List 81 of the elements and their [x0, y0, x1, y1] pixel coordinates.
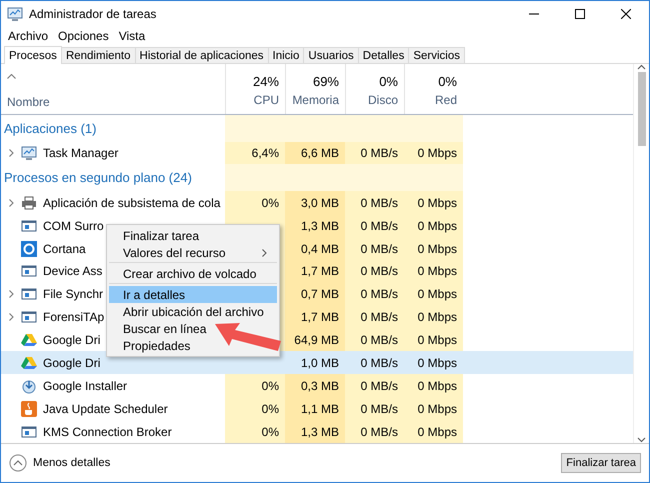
process-name[interactable]: Java Update Scheduler	[43, 402, 168, 416]
column-header[interactable]: Memoria	[292, 93, 339, 107]
usage-value: 0%	[438, 74, 457, 89]
table-cell: 0 Mbps	[404, 282, 463, 306]
table-cell: 0,4 MB	[285, 237, 345, 260]
menu-item[interactable]: Finalizar tarea	[109, 227, 210, 244]
table-cell: 0%	[225, 191, 285, 214]
table-cell: 0 Mbps	[404, 260, 463, 283]
table-cell: 0 Mbps	[404, 374, 463, 398]
table-cell: 1,7 MB	[285, 306, 345, 329]
table-cell: 0 Mbps	[404, 306, 463, 329]
table-cell: 1,7 MB	[285, 260, 345, 283]
menu-item[interactable]: Buscar en línea	[109, 320, 216, 337]
process-name[interactable]: Aplicación de subsistema de cola	[43, 196, 220, 210]
group-heading: Procesos en segundo plano (24)	[4, 170, 192, 186]
table-cell: 0 MB/s	[345, 260, 404, 283]
table-cell: 0,3 MB	[285, 374, 345, 398]
tab[interactable]: Inicio	[268, 47, 304, 63]
table-cell: 0 MB/s	[345, 237, 404, 260]
menu-item[interactable]: Crear archivo de volcado	[109, 265, 277, 284]
menu-item[interactable]: Vista	[118, 28, 146, 42]
menu-item[interactable]: Archivo	[8, 28, 48, 42]
table-cell: 0,7 MB	[285, 282, 345, 306]
table-cell: 0 Mbps	[404, 237, 463, 260]
tab[interactable]: Servicios	[408, 47, 465, 63]
column-header[interactable]: CPU	[254, 93, 279, 107]
table-cell: 0 Mbps	[404, 142, 463, 164]
table-cell: 64,9 MB	[285, 328, 345, 352]
table-cell: 0 MB/s	[345, 214, 404, 238]
menu-item[interactable]: Propiedades	[109, 337, 200, 354]
process-name[interactable]: ForensiTAp	[43, 310, 104, 324]
end-task-button[interactable]: Finalizar tarea	[561, 453, 641, 473]
table-cell: 0 MB/s	[345, 282, 404, 306]
tab[interactable]: Historial de aplicaciones	[134, 47, 269, 63]
table-cell: 0 MB/s	[345, 397, 404, 420]
process-name[interactable]: Device Ass	[43, 264, 102, 278]
window-title: Administrador de tareas	[29, 7, 158, 21]
table-cell: 0%	[225, 374, 285, 398]
process-name[interactable]: COM Surro	[43, 218, 104, 233]
table-cell: 0 MB/s	[345, 328, 404, 352]
menu-item[interactable]: Ir a detalles	[109, 286, 277, 303]
process-name[interactable]: Google Installer	[43, 378, 128, 393]
menu-item[interactable]: Valores del recurso	[109, 244, 277, 263]
process-name[interactable]: Google Dri	[43, 356, 100, 370]
column-header[interactable]: Red	[434, 93, 457, 107]
table-cell: 0 MB/s	[345, 142, 404, 164]
table-cell: 0 MB/s	[345, 420, 404, 443]
table-cell: 0%	[225, 420, 285, 443]
table-cell: 0 Mbps	[404, 397, 463, 420]
table-cell: 0 MB/s	[345, 191, 404, 214]
menu-item[interactable]: Opciones	[58, 28, 109, 42]
usage-value: 69%	[312, 74, 339, 89]
table-cell: 0 MB/s	[345, 374, 404, 398]
tab[interactable]: Rendimiento	[60, 47, 136, 63]
usage-value: 24%	[252, 74, 279, 89]
column-header[interactable]: Disco	[368, 93, 398, 107]
table-cell: 6,4%	[225, 142, 285, 164]
process-name[interactable]: File Synchr	[43, 287, 104, 302]
table-cell: 1,3 MB	[285, 420, 345, 443]
table-cell: 1,3 MB	[285, 214, 345, 238]
tab[interactable]: Procesos	[4, 46, 62, 64]
column-header[interactable]: Nombre	[7, 94, 50, 109]
group-heading: Aplicaciones (1)	[4, 120, 96, 136]
menu-item[interactable]: Abrir ubicación del archivo	[109, 303, 274, 320]
process-name[interactable]: Cortana	[43, 242, 86, 256]
table-cell: 0 Mbps	[404, 191, 463, 214]
less-details-button[interactable]: Menos detalles	[9, 454, 110, 472]
process-name[interactable]: Google Dri	[43, 333, 100, 348]
tab[interactable]: Detalles	[358, 47, 410, 63]
table-cell: 0 Mbps	[404, 214, 463, 238]
table-cell: 1,1 MB	[285, 397, 345, 420]
table-cell: 6,6 MB	[285, 142, 345, 164]
usage-value: 0%	[379, 74, 398, 89]
table-cell: 0 Mbps	[404, 420, 463, 443]
table-cell: 0 MB/s	[345, 306, 404, 329]
table-cell: 0 Mbps	[404, 328, 463, 352]
table-cell: 0%	[225, 397, 285, 420]
process-name[interactable]: Task Manager	[43, 146, 118, 160]
process-name[interactable]: KMS Connection Broker	[43, 424, 172, 439]
table-cell: 3,0 MB	[285, 191, 345, 214]
tab[interactable]: Usuarios	[303, 47, 359, 63]
